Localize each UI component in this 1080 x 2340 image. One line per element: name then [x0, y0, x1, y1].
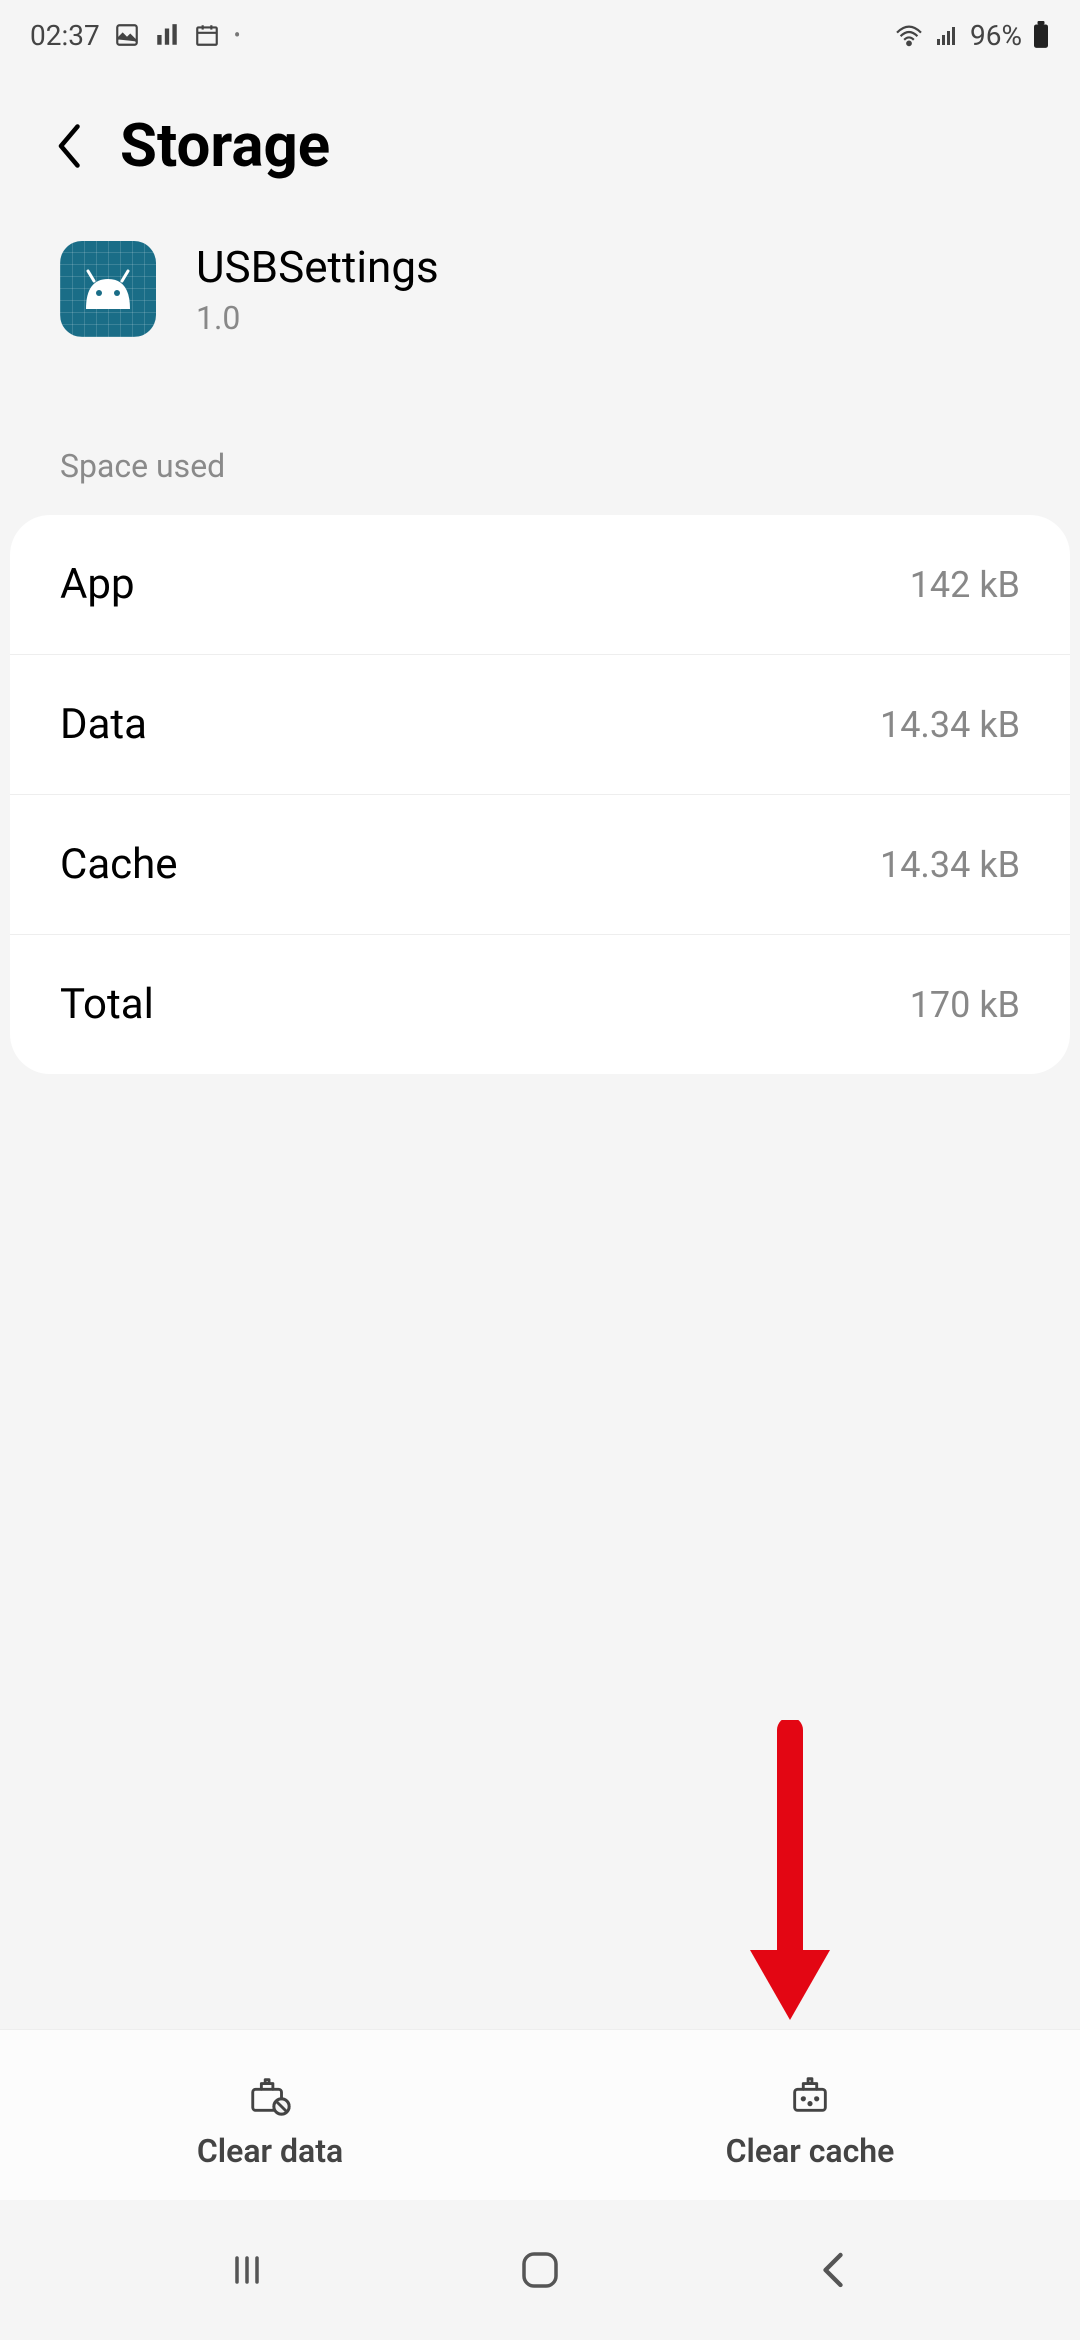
app-version: 1.0 [196, 299, 439, 337]
calendar-icon [194, 22, 220, 48]
row-label: App [60, 560, 135, 609]
row-label: Data [60, 700, 147, 749]
status-bar: 02:37 • 96% [0, 0, 1080, 70]
chart-icon [154, 22, 180, 48]
image-icon [114, 22, 140, 48]
clear-cache-label: Clear cache [726, 2132, 895, 2170]
clear-data-icon [245, 2070, 295, 2120]
back-button[interactable] [50, 126, 90, 166]
app-text: USBSettings 1.0 [196, 241, 439, 337]
nav-home[interactable] [510, 2240, 570, 2300]
battery-icon [1032, 21, 1050, 49]
status-right: 96% [894, 19, 1050, 52]
row-value: 14.34 kB [880, 844, 1020, 886]
wifi-icon [894, 23, 924, 47]
bottom-actions: Clear data Clear cache [0, 2029, 1080, 2200]
dot-icon: • [234, 23, 241, 47]
signal-icon [934, 23, 960, 47]
battery-percent: 96% [970, 19, 1022, 52]
app-name: USBSettings [196, 241, 439, 293]
app-info: USBSettings 1.0 [0, 241, 1080, 397]
row-app: App 142 kB [10, 515, 1070, 655]
clear-data-label: Clear data [197, 2132, 343, 2170]
nav-recents[interactable] [217, 2240, 277, 2300]
row-label: Cache [60, 840, 178, 889]
section-label: Space used [0, 397, 1080, 515]
nav-bar [0, 2200, 1080, 2340]
clear-cache-button[interactable]: Clear cache [540, 2070, 1080, 2170]
row-label: Total [60, 980, 154, 1029]
row-value: 14.34 kB [880, 704, 1020, 746]
space-used-card: App 142 kB Data 14.34 kB Cache 14.34 kB … [10, 515, 1070, 1074]
status-left: 02:37 • [30, 19, 240, 52]
row-value: 142 kB [910, 564, 1020, 606]
header: Storage [0, 70, 1080, 241]
clear-data-button[interactable]: Clear data [0, 2070, 540, 2170]
annotation-arrow [730, 1720, 850, 2044]
app-icon [60, 241, 156, 337]
page-title: Storage [120, 110, 330, 181]
nav-back[interactable] [803, 2240, 863, 2300]
row-value: 170 kB [910, 984, 1020, 1026]
row-data: Data 14.34 kB [10, 655, 1070, 795]
row-cache: Cache 14.34 kB [10, 795, 1070, 935]
status-time: 02:37 [30, 19, 100, 52]
row-total: Total 170 kB [10, 935, 1070, 1074]
clear-cache-icon [785, 2070, 835, 2120]
